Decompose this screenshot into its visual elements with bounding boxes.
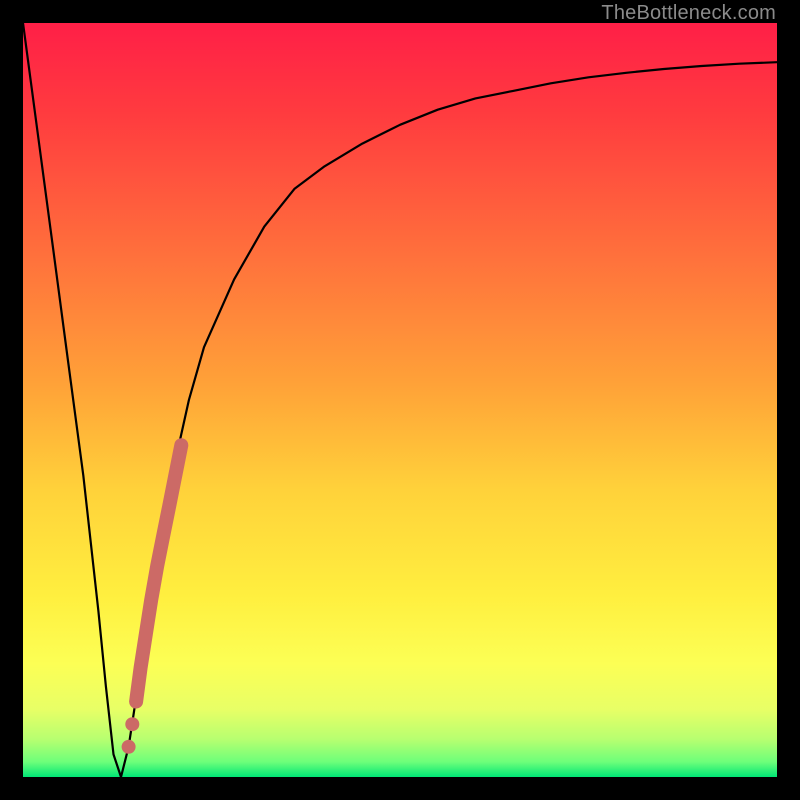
marker-dot [122,740,136,754]
watermark: TheBottleneck.com [601,2,776,25]
plot-area [23,23,777,777]
chart-svg [23,23,777,777]
marker-dot [125,717,139,731]
chart-frame: TheBottleneck.com [0,0,800,800]
